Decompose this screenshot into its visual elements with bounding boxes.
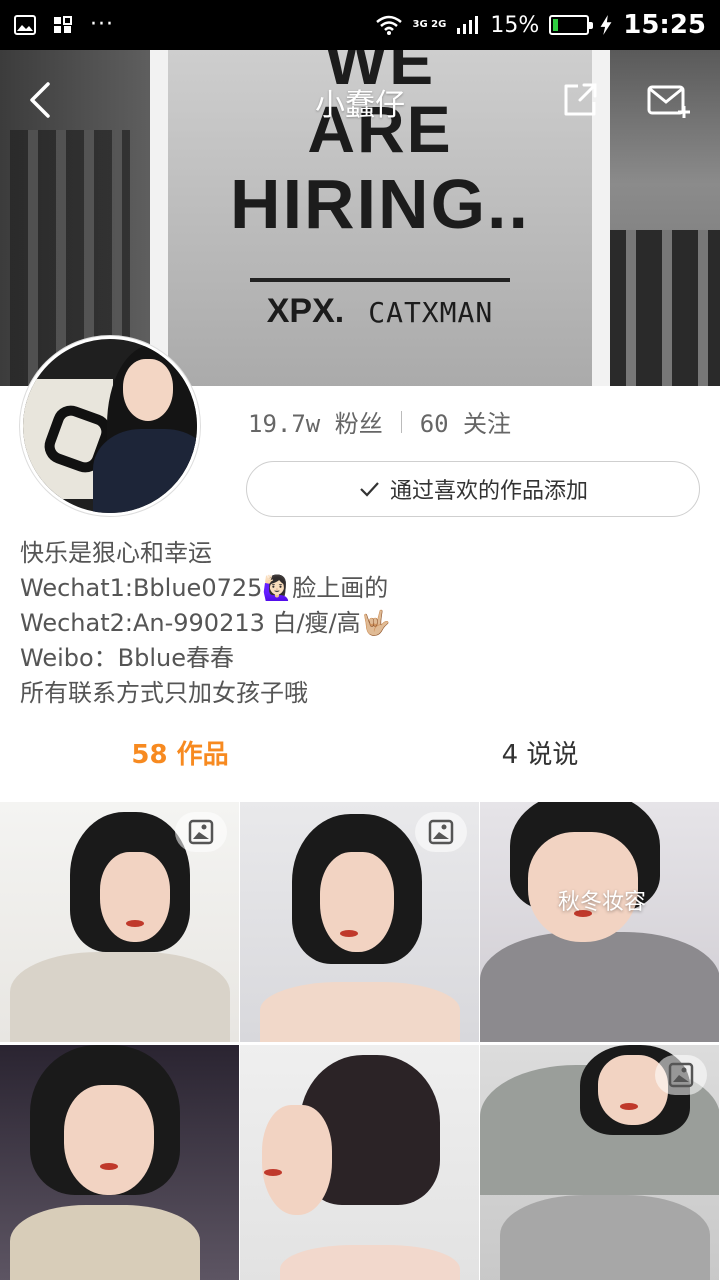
poster-line-3: HIRING.. bbox=[230, 165, 530, 243]
add-via-likes-label: 通过喜欢的作品添加 bbox=[389, 479, 588, 504]
works-grid: 秋冬妆容 bbox=[0, 802, 720, 1280]
back-arrow-icon[interactable] bbox=[22, 80, 62, 120]
battery-icon bbox=[549, 15, 594, 35]
profile-bio: 快乐是狠心和幸运 Wechat1:Bblue0725🙋🏻‍♀️脸上画的 Wech… bbox=[20, 536, 700, 711]
page-title: 小蠢仔 bbox=[315, 88, 405, 123]
work-thumbnail[interactable]: 秋冬妆容 bbox=[480, 802, 720, 1042]
gallery-badge bbox=[415, 812, 467, 852]
apps-icon bbox=[54, 16, 72, 33]
work-caption: 秋冬妆容 bbox=[558, 890, 647, 915]
bio-line: 所有联系方式只加女孩子哦 bbox=[20, 679, 308, 707]
bio-line: Weibo：Bblue春春 bbox=[20, 644, 235, 672]
image-icon bbox=[14, 15, 36, 35]
bio-line: Wechat2:An-990213 白/瘦/高🤟🏼 bbox=[20, 609, 391, 637]
cover-building-right bbox=[600, 230, 720, 386]
following-count[interactable]: 60 关注 bbox=[420, 404, 511, 439]
more-dots-icon: ··· bbox=[90, 12, 114, 37]
profile-tabs: 58 作品 4 说说 bbox=[0, 725, 720, 785]
avatar[interactable] bbox=[20, 336, 200, 516]
bio-line: Wechat1:Bblue0725🙋🏻‍♀️脸上画的 bbox=[20, 574, 389, 602]
poster-brand-1: XPX. bbox=[266, 292, 345, 330]
work-thumbnail[interactable] bbox=[0, 1045, 240, 1280]
image-set-icon bbox=[188, 819, 214, 845]
image-set-icon bbox=[668, 1062, 694, 1088]
gallery-badge bbox=[175, 812, 227, 852]
signal-icon bbox=[457, 16, 479, 34]
add-via-likes-button[interactable]: 通过喜欢的作品添加 bbox=[246, 461, 700, 517]
work-thumbnail[interactable] bbox=[240, 1045, 480, 1280]
poster-rule bbox=[250, 278, 510, 282]
tab-posts[interactable]: 4 说说 bbox=[360, 725, 720, 785]
gallery-badge bbox=[655, 1055, 707, 1095]
tab-works[interactable]: 58 作品 bbox=[0, 725, 360, 785]
work-thumbnail[interactable] bbox=[480, 1045, 720, 1280]
wifi-icon bbox=[375, 15, 402, 35]
clock: 15:25 bbox=[623, 10, 706, 40]
bio-line: 快乐是狠心和幸运 bbox=[20, 539, 212, 567]
status-bar: ··· 3G 2G 15% 15:25 bbox=[0, 0, 720, 50]
work-thumbnail[interactable] bbox=[240, 802, 480, 1042]
poster-brand-2: CATXMAN bbox=[368, 296, 494, 329]
network-type: 3G 2G bbox=[412, 19, 447, 30]
image-set-icon bbox=[428, 819, 454, 845]
stats-divider bbox=[400, 410, 402, 433]
check-icon bbox=[360, 482, 379, 497]
battery-percent: 15% bbox=[490, 12, 540, 38]
fans-count[interactable]: 19.7w 粉丝 bbox=[248, 404, 383, 439]
profile-stats: 19.7w 粉丝 60 关注 bbox=[248, 404, 511, 439]
work-thumbnail[interactable] bbox=[0, 802, 240, 1042]
charging-icon bbox=[600, 15, 612, 35]
message-add-icon[interactable] bbox=[646, 80, 692, 120]
share-icon[interactable] bbox=[560, 80, 600, 120]
